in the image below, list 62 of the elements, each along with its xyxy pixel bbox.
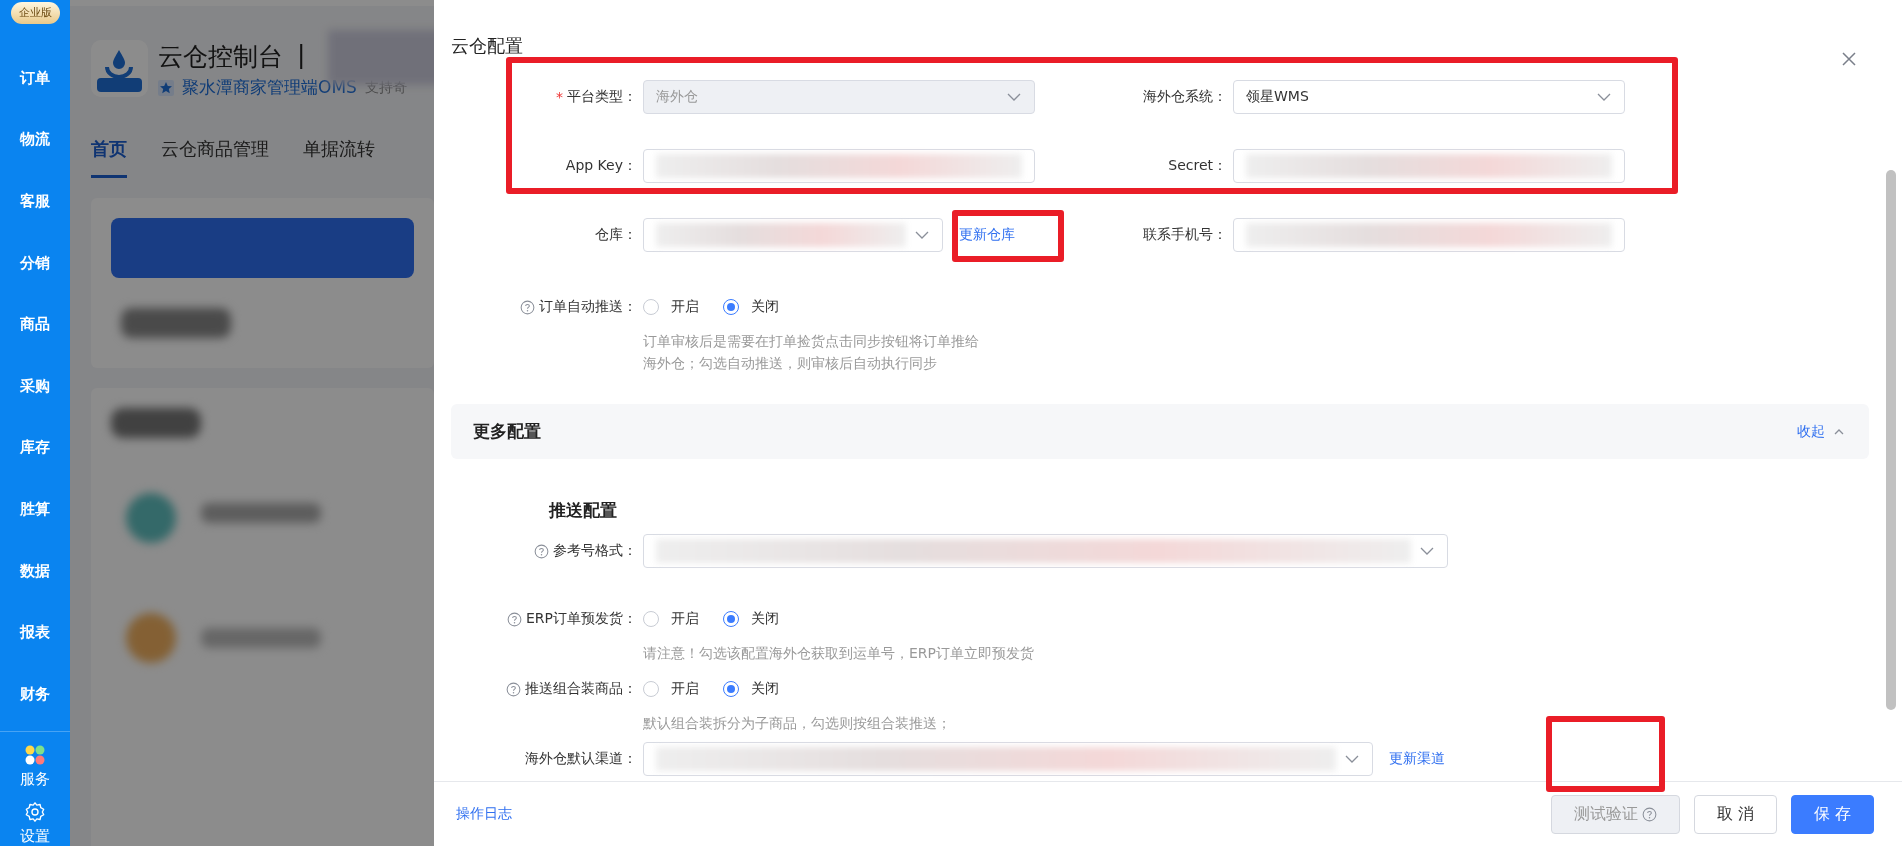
radio-label: 关闭 xyxy=(751,610,779,628)
collapse-toggle[interactable]: 收起 xyxy=(1797,422,1847,441)
cancel-button[interactable]: 取 消 xyxy=(1693,794,1777,834)
input-field[interactable] xyxy=(1233,218,1625,252)
page-tab[interactable]: 首页 xyxy=(91,137,127,178)
field-label: 参考号格式： xyxy=(553,542,637,560)
field-label: 海外仓默认渠道： xyxy=(525,750,637,768)
save-button[interactable]: 保 存 xyxy=(1790,794,1874,834)
select-field[interactable] xyxy=(643,534,1448,568)
page-tab[interactable]: 云仓商品管理 xyxy=(161,137,269,178)
field-label: 推送组合装商品： xyxy=(525,680,637,698)
update-link[interactable]: 更新仓库 xyxy=(959,226,1015,244)
sidebar-item[interactable]: 财务 xyxy=(20,663,50,726)
title-separator: | xyxy=(297,40,306,71)
radio-label: 开启 xyxy=(671,298,699,316)
field-label: ERP订单预发货： xyxy=(526,610,637,628)
radio-label: 关闭 xyxy=(751,298,779,316)
field-label: 平台类型： xyxy=(567,88,637,106)
settings-icon[interactable] xyxy=(24,801,46,824)
drawer-title: 云仓配置 xyxy=(451,34,523,58)
section-title: 更多配置 xyxy=(473,420,541,443)
field-label: App Key： xyxy=(565,157,637,175)
app-subtitle: 聚水潭商家管理端OMS xyxy=(182,76,357,99)
sidebar-item[interactable]: 客服 xyxy=(20,170,50,233)
page-tab[interactable]: 单据流转 xyxy=(303,137,375,178)
star-icon xyxy=(158,79,174,96)
edition-badge: 企业版 xyxy=(10,2,60,24)
input-field[interactable] xyxy=(1233,149,1625,183)
field-label: 订单自动推送： xyxy=(539,298,637,316)
hint-text: 默认组合装拆分为子商品，勾选则按组合装推送； xyxy=(643,714,951,733)
hint-text: 请注意！勾选该配置海外仓获取到运单号，ERP订单立即预发货 xyxy=(643,644,1034,663)
sidebar-item[interactable]: 数据 xyxy=(20,540,50,602)
operation-log-link[interactable]: 操作日志 xyxy=(456,805,512,823)
scrollbar[interactable] xyxy=(1886,170,1896,710)
select-field[interactable] xyxy=(643,742,1373,776)
sidebar-item[interactable]: 设置 xyxy=(20,827,50,846)
sidebar-item[interactable]: 库存 xyxy=(20,417,50,479)
field-label: 仓库： xyxy=(595,226,637,244)
apps-icon[interactable] xyxy=(24,744,46,767)
app-title: 云仓控制台 xyxy=(158,41,283,73)
sidebar-item[interactable]: 物流 xyxy=(20,109,50,171)
sidebar-item[interactable]: 订单 xyxy=(20,47,50,110)
field-label: 海外仓系统： xyxy=(1143,88,1227,106)
field-label: 联系手机号： xyxy=(1143,226,1227,244)
input-field[interactable] xyxy=(643,149,1035,183)
hint-text: 订单审核后是需要在打单捡货点击同步按钮将订单推给海外仓；勾选自动推送，则审核后自动执行同步 xyxy=(643,332,980,373)
required-mark: * xyxy=(556,89,563,105)
radio-label: 开启 xyxy=(671,610,699,628)
sidebar-item[interactable]: 分销 xyxy=(20,232,50,294)
select-field[interactable]: 领星WMS xyxy=(1233,80,1625,114)
close-icon[interactable] xyxy=(1842,52,1856,66)
sidebar-item[interactable]: 商品 xyxy=(20,293,50,356)
subsection-title: 推送配置 xyxy=(549,499,617,522)
select-field[interactable] xyxy=(643,218,943,252)
update-link[interactable]: 更新渠道 xyxy=(1389,750,1445,768)
field-label: Secret： xyxy=(1168,157,1227,175)
sidebar-item[interactable]: 服务 xyxy=(20,770,50,790)
sidebar-item[interactable]: 采购 xyxy=(20,355,50,418)
sidebar-item[interactable]: 胜算 xyxy=(20,478,50,541)
radio-label: 开启 xyxy=(671,680,699,698)
sidebar-item[interactable]: 报表 xyxy=(20,601,50,664)
radio-label: 关闭 xyxy=(751,680,779,698)
